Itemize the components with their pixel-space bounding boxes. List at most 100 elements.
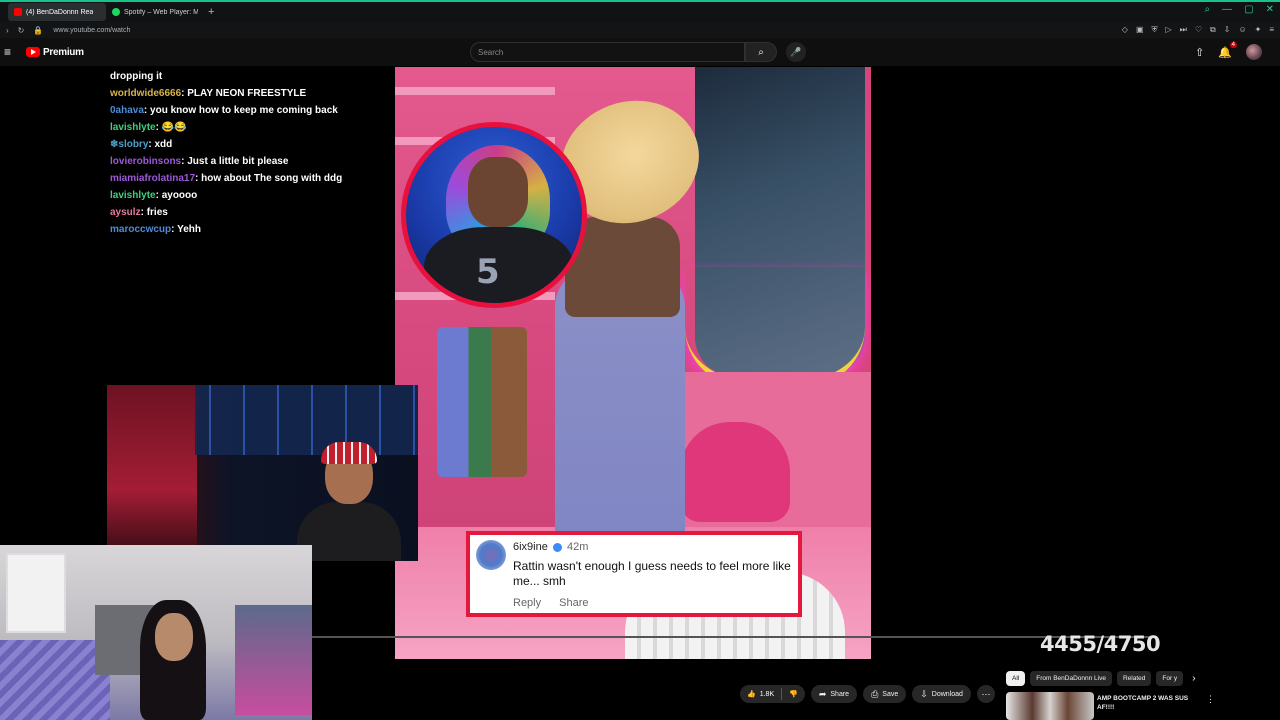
chat-message: aysulz: fries bbox=[110, 204, 390, 221]
verified-icon bbox=[552, 542, 562, 552]
chat-text: dropping it bbox=[110, 71, 163, 82]
search-tabs-icon[interactable]: ⌕ bbox=[1205, 4, 1211, 15]
chip-related[interactable]: Related bbox=[1116, 671, 1152, 686]
logo-label: Premium bbox=[43, 46, 84, 58]
dislike-button[interactable]: 👎 bbox=[782, 685, 805, 703]
screenshot-icon[interactable]: ▣ bbox=[1136, 25, 1144, 35]
red-lit-wall bbox=[107, 385, 197, 561]
browser-menu-icon[interactable]: ≡ bbox=[1269, 25, 1274, 35]
url-field[interactable]: www.youtube.com/watch bbox=[53, 27, 130, 34]
bedroom-window bbox=[6, 553, 66, 633]
downloads-icon[interactable]: ⇩ bbox=[1224, 25, 1231, 35]
comment-share: Share bbox=[559, 597, 589, 609]
bookmark-icon[interactable]: ◇ bbox=[1122, 25, 1128, 35]
chat-username: aysulz bbox=[110, 207, 141, 218]
download-button[interactable]: ⇩ Download bbox=[912, 685, 971, 703]
tab-spotify[interactable]: Spotify – Web Player: Mu bbox=[106, 3, 204, 21]
chat-message: miamiafrolatina17: how about The song wi… bbox=[110, 170, 390, 187]
voice-search-button[interactable]: 🎤 bbox=[786, 42, 806, 62]
chat-overlay: dropping it worldwide6666: PLAY NEON FREE… bbox=[110, 68, 390, 238]
more-horizontal-icon: ⋯ bbox=[981, 688, 991, 699]
minimize-icon[interactable]: — bbox=[1222, 4, 1232, 15]
chat-text: fries bbox=[146, 207, 168, 218]
chat-username: miamiafrolatina17 bbox=[110, 173, 196, 184]
search-button[interactable]: ⌕ bbox=[745, 42, 777, 62]
chat-username: worldwide6666 bbox=[110, 88, 182, 99]
chip-all[interactable]: All bbox=[1006, 671, 1026, 686]
chat-text: ayoooo bbox=[161, 190, 198, 201]
guest-face bbox=[155, 613, 193, 661]
hamburger-menu-icon[interactable]: ≡ bbox=[4, 45, 18, 59]
chat-message: lavishlyte: ayoooo bbox=[110, 187, 390, 204]
video-title[interactable]: AMP BOOTCAMP 2 WAS SUS AF!!!! bbox=[1097, 694, 1202, 712]
comment-reply: Reply bbox=[513, 597, 542, 609]
inset-portrait: 5 bbox=[401, 122, 587, 308]
chat-message: lovierobinsons: Just a little bit please bbox=[110, 153, 390, 170]
download-icon: ⇩ bbox=[920, 688, 928, 699]
chat-username: 0ahava bbox=[110, 105, 144, 116]
comment-username: 6ix9ine bbox=[513, 541, 548, 553]
thumbs-up-icon: 👍 bbox=[747, 691, 756, 698]
mirror-neon-light bbox=[685, 267, 865, 387]
save-button[interactable]: ⎙ Save bbox=[863, 685, 907, 703]
tab-youtube[interactable]: (4) BenDaDonnn Rea bbox=[8, 3, 106, 21]
video-action-bar: 👍 1.8K 👎 ➦ Share ⎙ Save ⇩ Download ⋯ bbox=[740, 685, 995, 703]
video-thumbnail[interactable] bbox=[1006, 692, 1094, 720]
youtube-play-logo-icon bbox=[26, 47, 40, 57]
lock-icon: 🔒 bbox=[33, 25, 44, 35]
thumbs-down-icon: 👎 bbox=[789, 691, 798, 698]
ai-icon[interactable]: ✦ bbox=[1255, 25, 1262, 35]
more-actions-button[interactable]: ⋯ bbox=[976, 685, 995, 703]
video-progress-bar[interactable] bbox=[312, 636, 1155, 638]
share-button[interactable]: ➦ Share bbox=[810, 685, 858, 703]
chat-text: Yehh bbox=[177, 224, 201, 235]
download-label: Download bbox=[931, 690, 963, 698]
like-button[interactable]: 👍 1.8K bbox=[740, 685, 781, 703]
tab-label: (4) BenDaDonnn Rea bbox=[26, 8, 94, 16]
bed bbox=[0, 640, 110, 720]
streamer-body bbox=[297, 502, 401, 561]
jersey-number: 5 bbox=[476, 252, 500, 292]
more-vertical-icon[interactable]: ⋮ bbox=[1206, 694, 1215, 705]
reload-icon[interactable]: ↻ bbox=[18, 26, 25, 35]
chat-username: lovierobinsons bbox=[110, 156, 182, 167]
heart-icon[interactable]: ♡ bbox=[1195, 25, 1202, 35]
close-icon[interactable]: ✕ bbox=[1266, 4, 1274, 15]
save-label: Save bbox=[882, 690, 899, 698]
forward-icon[interactable]: › bbox=[6, 26, 9, 35]
chip-for-you[interactable]: For y bbox=[1156, 671, 1184, 686]
chat-message: worldwide6666: PLAY NEON FREESTYLE bbox=[110, 85, 390, 102]
play-icon[interactable]: ▷ bbox=[1166, 25, 1172, 35]
chat-message: maroccwcup: Yehh bbox=[110, 221, 390, 238]
chat-message: lavishlyte: 😂😂 bbox=[110, 119, 390, 136]
comment-actions: Reply Share bbox=[513, 597, 588, 609]
extensions-icon[interactable]: ⧉ bbox=[1210, 25, 1216, 35]
chip-from-channel[interactable]: From BenDaDonnn Live bbox=[1030, 671, 1112, 686]
notifications-button[interactable]: 🔔 4 bbox=[1218, 41, 1237, 59]
profile-icon[interactable]: ☺ bbox=[1238, 25, 1246, 35]
notification-badge: 4 bbox=[1229, 41, 1237, 48]
skip-icon[interactable]: ⏭ bbox=[1180, 25, 1187, 35]
face bbox=[468, 157, 528, 227]
chat-username: ❄slobry bbox=[110, 139, 149, 150]
search-icon: ⌕ bbox=[758, 46, 764, 58]
microphone-icon: 🎤 bbox=[790, 46, 802, 57]
monitor bbox=[235, 605, 312, 715]
nav-buttons: › ↻ 🔒 bbox=[6, 26, 43, 35]
youtube-logo[interactable]: Premium bbox=[26, 47, 84, 58]
maximize-icon[interactable]: ▢ bbox=[1244, 4, 1253, 15]
chat-text: you know how to keep me coming back bbox=[150, 105, 338, 116]
search-input[interactable]: Search bbox=[470, 42, 745, 62]
bandana bbox=[321, 442, 377, 464]
avatar[interactable] bbox=[1246, 44, 1262, 60]
bookmark-save-icon: ⎙ bbox=[871, 688, 879, 699]
chevron-right-icon[interactable]: › bbox=[1192, 673, 1195, 684]
upload-icon[interactable]: ⇧ bbox=[1195, 46, 1204, 59]
chat-username: maroccwcup bbox=[110, 224, 172, 235]
chat-text: PLAY NEON FREESTYLE bbox=[187, 88, 307, 99]
commenter-avatar bbox=[476, 540, 506, 570]
shield-icon[interactable]: ⛨ bbox=[1152, 25, 1158, 35]
recommended-video[interactable]: AMP BOOTCAMP 2 WAS SUS AF!!!! ⋮ bbox=[1006, 692, 1272, 720]
youtube-header: ≡ Premium Search ⌕ 🎤 ⇧ 🔔 4 bbox=[0, 38, 1280, 66]
new-tab-icon[interactable]: + bbox=[208, 6, 214, 18]
